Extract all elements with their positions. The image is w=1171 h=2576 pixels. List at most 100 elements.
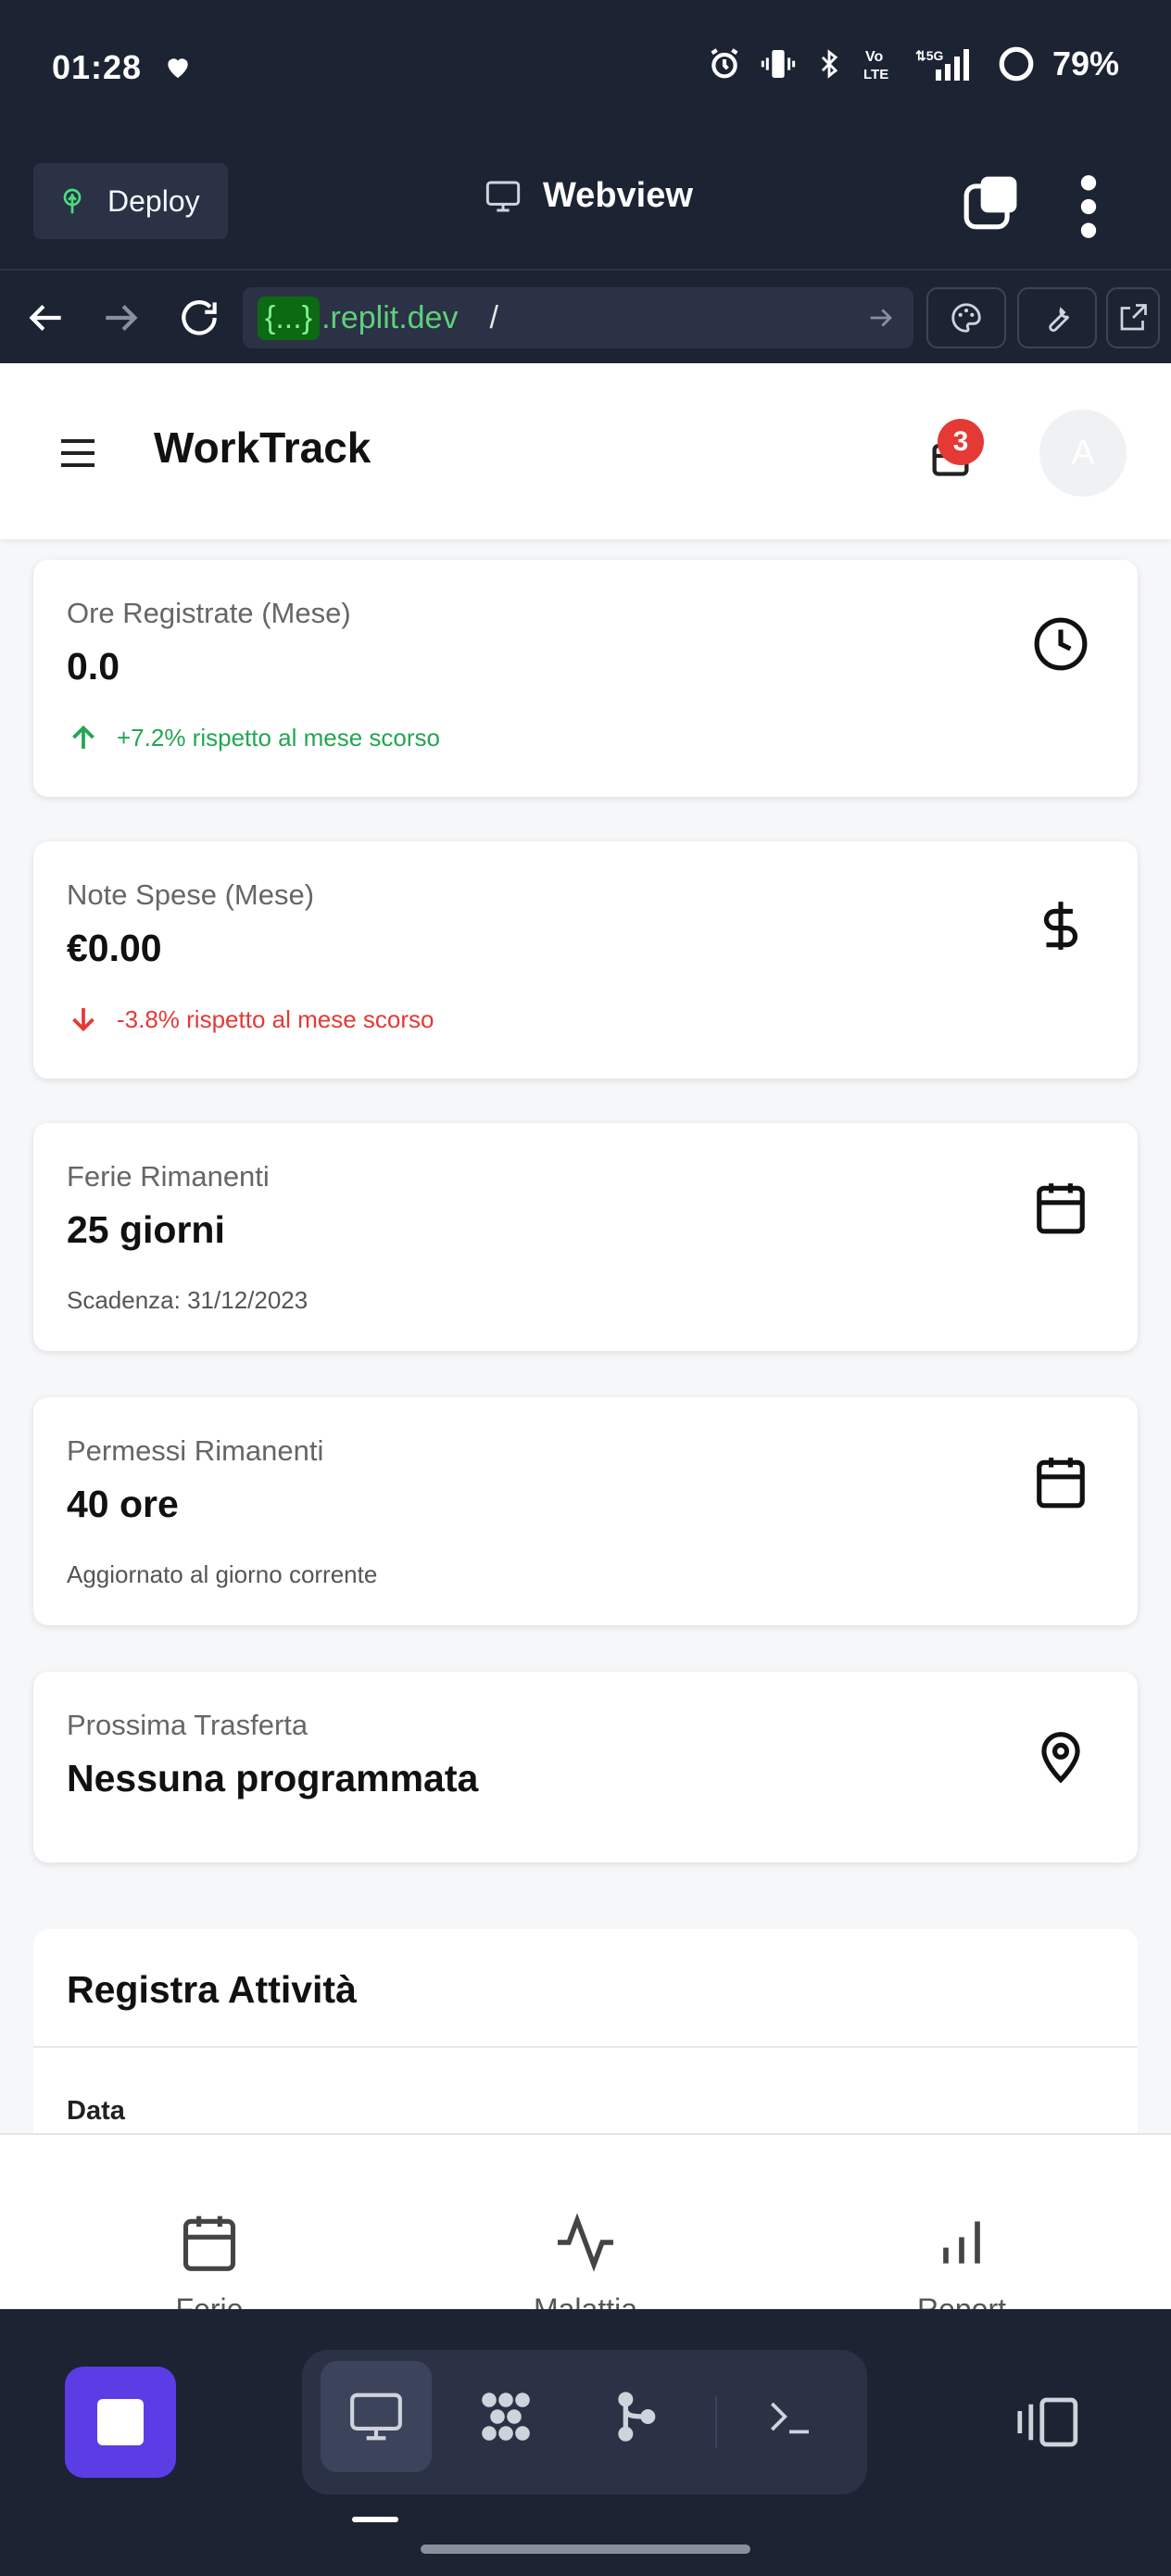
monitor-icon <box>350 2393 402 2441</box>
card-label: Ferie Rimanenti <box>67 1160 270 1193</box>
calendar-icon <box>183 2216 236 2271</box>
monitor-icon <box>485 181 521 211</box>
deploy-icon <box>63 188 82 214</box>
nodes-icon <box>482 2393 530 2441</box>
menu-icon[interactable] <box>57 437 98 469</box>
stat-card-trip: Prossima Trasferta Nessuna programmata <box>33 1672 1138 1863</box>
card-value: €0.00 <box>67 927 162 969</box>
url-bar-row: {...} .replit.dev / <box>0 272 1171 363</box>
url-input[interactable]: {...} .replit.dev / <box>243 287 913 348</box>
theme-button[interactable] <box>926 287 1006 348</box>
nav-item-ferie[interactable]: Ferie <box>70 2209 348 2309</box>
bar-chart-icon <box>943 2221 980 2264</box>
card-note-text: Aggiornato al giorno corrente <box>67 1560 378 1588</box>
card-value: 40 ore <box>67 1483 179 1525</box>
avatar[interactable]: A <box>1039 410 1127 497</box>
webview-app: WorkTrack 3 A Ore Registrate (Mese) 0.0 … <box>0 363 1171 2309</box>
dock-separator <box>715 2396 717 2448</box>
reload-icon[interactable] <box>176 295 222 341</box>
arrow-up-icon <box>72 725 94 749</box>
stat-card-permits: Permessi Rimanenti 40 ore Aggiornato al … <box>33 1397 1138 1625</box>
nav-item-report[interactable]: Report <box>823 2209 1101 2309</box>
back-icon[interactable] <box>22 295 69 341</box>
open-external-button[interactable] <box>1106 287 1160 348</box>
alarm-icon <box>711 48 738 79</box>
url-path: / <box>489 299 498 335</box>
tabs-icon[interactable] <box>962 174 1019 232</box>
date-field-label: Data <box>67 2096 125 2126</box>
map-pin-icon <box>1041 1732 1080 1784</box>
card-note: Scadenza: 31/12/2023 <box>67 1286 308 1315</box>
stat-card-hours: Ore Registrate (Mese) 0.0 +7.2% rispetto… <box>33 560 1138 797</box>
bottom-nav: Ferie Malattia Report <box>0 2133 1171 2309</box>
wrench-icon <box>1049 307 1070 333</box>
card-label: Note Spese (Mese) <box>67 878 315 911</box>
card-note: Aggiornato al giorno corrente <box>67 1560 377 1589</box>
stat-card-expenses: Note Spese (Mese) €0.00 -3.8% rispetto a… <box>33 841 1138 1079</box>
nav-label: Malattia <box>533 2292 638 2309</box>
branch-icon <box>618 2392 656 2442</box>
svg-text:LTE: LTE <box>863 67 888 82</box>
nav-label: Report <box>916 2292 1007 2309</box>
card-trend: -3.8% rispetto al mese scorso <box>67 1003 434 1036</box>
card-trend-text: +7.2% rispetto al mese scorso <box>117 723 440 751</box>
nav-label: Ferie <box>175 2292 244 2309</box>
app-header: WorkTrack 3 A <box>0 363 1171 539</box>
battery-level: 79% <box>1051 44 1119 82</box>
vibrate-icon <box>761 50 796 78</box>
nav-item-malattia[interactable]: Malattia <box>447 2209 724 2309</box>
notification-badge: 3 <box>938 419 984 465</box>
webview-title[interactable]: Webview <box>482 176 693 216</box>
deploy-label: Deploy <box>107 183 200 218</box>
svg-text:Vo: Vo <box>865 49 883 65</box>
stop-icon <box>97 2399 144 2445</box>
deploy-button[interactable]: Deploy <box>33 163 228 239</box>
terminal-icon <box>771 2402 809 2434</box>
status-icons: Vo LTE ⇅5G 79% <box>706 44 1119 83</box>
dollar-icon <box>1043 902 1078 950</box>
more-vertical-icon[interactable] <box>1075 174 1102 239</box>
activity-icon <box>558 2213 613 2272</box>
webview-title-text: Webview <box>543 176 693 215</box>
go-arrow-icon[interactable] <box>865 302 897 334</box>
signal-5g-icon: ⇅5G <box>915 48 969 81</box>
home-indicator[interactable] <box>421 2544 750 2554</box>
volte-icon: Vo LTE <box>863 49 888 82</box>
palette-icon <box>951 303 981 333</box>
webview-tab[interactable] <box>321 2361 432 2472</box>
battery-ring-icon <box>999 46 1034 82</box>
panes-icon[interactable] <box>1015 2394 1082 2450</box>
avatar-initial: A <box>1071 433 1095 473</box>
card-value: 0.0 <box>67 645 120 688</box>
card-note-text: Scadenza: 31/12/2023 <box>67 1286 308 1314</box>
section-title: Registra Attività <box>67 1968 357 2011</box>
section-divider <box>33 2046 1138 2048</box>
status-bar: 01:28 Vo LTE ⇅5G 79% <box>0 0 1171 139</box>
arrow-down-icon <box>72 1008 94 1032</box>
clock-icon <box>1034 617 1088 671</box>
packages-tab[interactable] <box>450 2361 561 2472</box>
svg-text:⇅5G: ⇅5G <box>915 48 944 63</box>
calendar-icon <box>1037 1183 1085 1234</box>
status-time: 01:28 <box>52 48 143 86</box>
shell-tab[interactable] <box>734 2361 845 2472</box>
devtools-button[interactable] <box>1017 287 1097 348</box>
heart-icon <box>168 58 188 78</box>
dock-tool-group <box>302 2350 867 2494</box>
url-host: .replit.dev <box>321 299 459 335</box>
card-value: 25 giorni <box>67 1208 225 1251</box>
active-tab-indicator <box>352 2517 398 2522</box>
git-tab[interactable] <box>580 2361 691 2472</box>
app-title: WorkTrack <box>154 423 371 472</box>
card-trend: +7.2% rispetto al mese scorso <box>67 721 440 754</box>
card-label: Prossima Trasferta <box>67 1709 308 1741</box>
card-label: Ore Registrate (Mese) <box>67 597 351 629</box>
card-value: Nessuna programmata <box>67 1757 479 1799</box>
external-link-icon <box>1120 304 1147 331</box>
stat-card-holidays: Ferie Rimanenti 25 giorni Scadenza: 31/1… <box>33 1123 1138 1351</box>
bluetooth-icon <box>821 49 838 79</box>
calendar-icon <box>1037 1458 1085 1509</box>
stop-button[interactable] <box>65 2367 176 2478</box>
forward-icon[interactable] <box>98 295 145 341</box>
ide-dock <box>0 2309 1171 2576</box>
